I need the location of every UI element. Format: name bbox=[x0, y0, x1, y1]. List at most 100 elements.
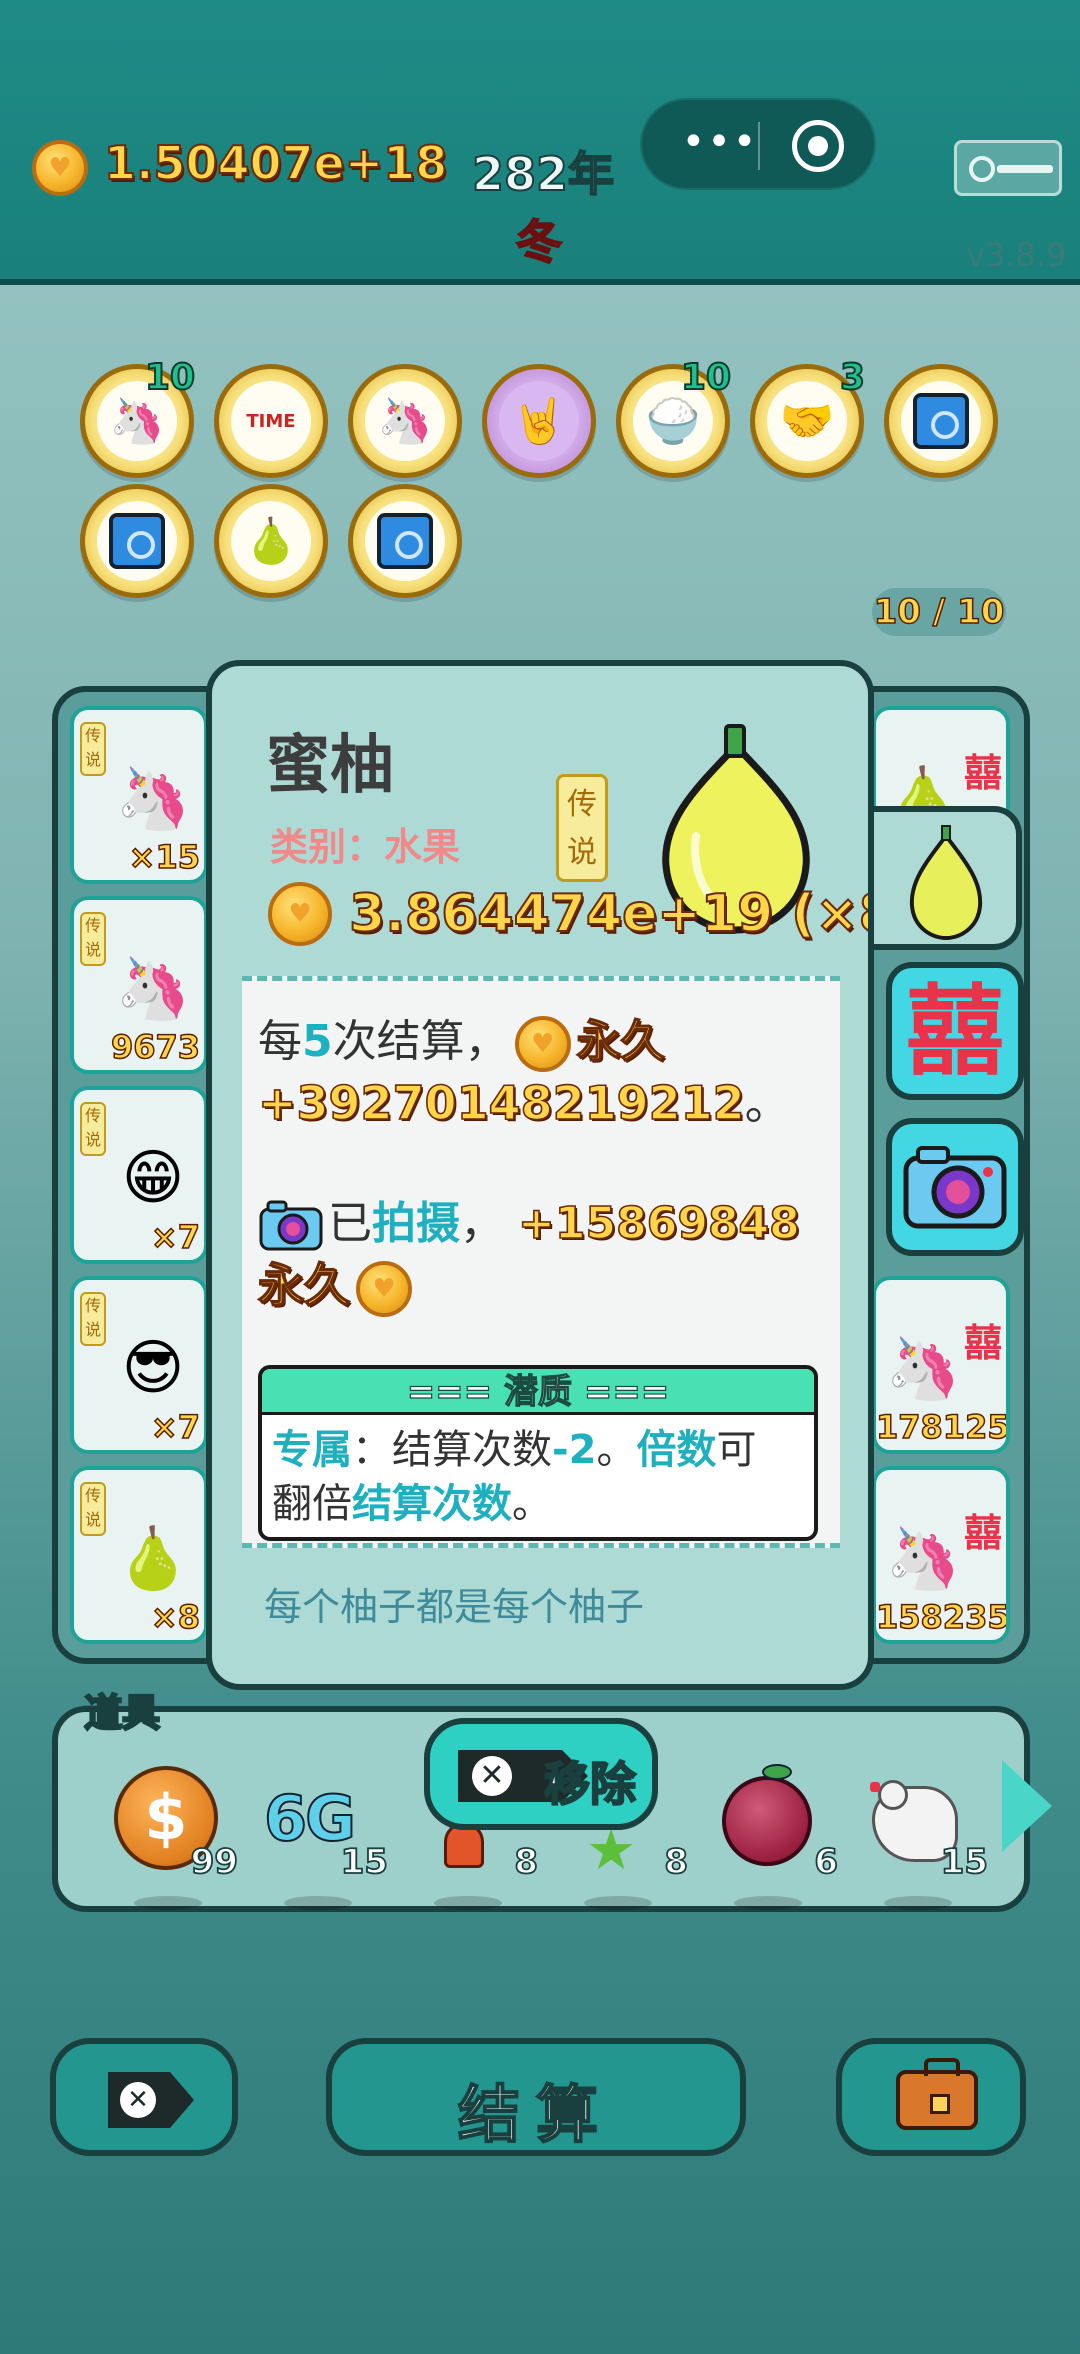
board-card-unicorn-xi[interactable]: 🦄 囍 158235 bbox=[872, 1466, 1010, 1644]
tool-dollar-coin[interactable]: $ 99 bbox=[108, 1762, 239, 1910]
slot-counter: 10 / 10 bbox=[872, 588, 1006, 636]
card-value: ×15 bbox=[128, 837, 201, 877]
unicorn-icon: 🦄 bbox=[885, 1333, 961, 1404]
xi-icon: 囍 bbox=[963, 1511, 1002, 1555]
item-title: 蜜柚 bbox=[266, 729, 394, 803]
safe-icon bbox=[365, 501, 445, 581]
delete-button[interactable]: ✕ bbox=[50, 2038, 238, 2156]
badge-safe[interactable] bbox=[348, 484, 462, 598]
camera-icon bbox=[259, 1200, 323, 1251]
tool-count: 6 bbox=[813, 1841, 838, 1883]
badge-safe[interactable] bbox=[80, 484, 194, 598]
tool-count: 8 bbox=[663, 1841, 688, 1883]
heart-coin-icon: ♥ bbox=[356, 1260, 412, 1317]
trait-text: 专属：结算次数-2。倍数可 翻倍结算次数。 bbox=[272, 1427, 757, 1527]
pomelo-icon: 🍐 bbox=[231, 501, 311, 581]
badge-handshake[interactable]: 🤝 3 bbox=[750, 356, 866, 478]
rarity-tag: 传说 bbox=[556, 774, 608, 882]
badge-count: 10 bbox=[144, 356, 196, 399]
item-category: 类别：水果 bbox=[270, 825, 461, 869]
rarity-tag: 传说 bbox=[80, 1292, 106, 1346]
card-value: 9673 bbox=[110, 1027, 201, 1067]
item-description: 每5次结算， ♥ 永久 +39270148219212。 已拍摄， +15869848… bbox=[242, 976, 840, 1548]
badge-safe[interactable] bbox=[884, 364, 998, 478]
heart-coin-icon: ♥ bbox=[268, 882, 332, 946]
safe-icon bbox=[97, 501, 177, 581]
unicorn-icon: 🦄 bbox=[365, 381, 445, 461]
card-value: 178125 bbox=[876, 1407, 1010, 1447]
board-card-unicorn[interactable]: 传说 🦄 ×15 bbox=[70, 706, 208, 884]
desc-line: 永久 ♥ bbox=[257, 1249, 418, 1317]
inventory-button[interactable] bbox=[836, 2038, 1026, 2156]
xi-icon: 囍 bbox=[906, 975, 1005, 1089]
badge-pomelo[interactable]: 🍐 bbox=[214, 484, 328, 598]
tool-pigeon[interactable]: 15 bbox=[858, 1762, 989, 1910]
board-card-old-man[interactable]: 传说 😁 ×7 bbox=[70, 1086, 208, 1264]
rarity-tag: 传说 bbox=[80, 722, 106, 776]
desc-line: +39270148219212。 bbox=[257, 1075, 791, 1131]
capsule-divider bbox=[758, 122, 760, 170]
tool-bayberry[interactable]: 6 bbox=[708, 1762, 839, 1910]
key-icon[interactable] bbox=[954, 140, 1062, 196]
tool-6g[interactable]: 6G 15 bbox=[258, 1762, 389, 1910]
season-label: 冬 bbox=[515, 214, 563, 270]
unicorn-icon: 🦄 bbox=[115, 953, 191, 1024]
rarity-tag: 传说 bbox=[80, 912, 106, 966]
board-card-pomelo[interactable]: 传说 🍐 ×8 bbox=[70, 1466, 208, 1644]
tools-label: 道具 bbox=[83, 1690, 161, 1736]
sunglasses-face-icon: 😎 bbox=[121, 1333, 185, 1403]
tool-count: 15 bbox=[940, 1841, 989, 1883]
trait-header: === 潜质 === bbox=[262, 1369, 814, 1415]
safe-icon bbox=[901, 381, 981, 461]
badge-rice-bowl[interactable]: 🍚 10 bbox=[616, 356, 732, 478]
heart-coin-icon: ♥ bbox=[514, 1016, 571, 1072]
item-price-row: ♥ 3.864474e+19 (×857 bbox=[268, 882, 868, 952]
badge-unicorn[interactable]: 🦄 bbox=[348, 364, 462, 478]
tool-count: 15 bbox=[340, 1841, 389, 1883]
board-card-unicorn-xi[interactable]: 🦄 囍 178125 bbox=[872, 1276, 1010, 1454]
camera-icon bbox=[903, 1146, 1007, 1229]
rarity-tag: 传说 bbox=[80, 1102, 106, 1156]
rock-hand-icon: 🤘 bbox=[499, 381, 579, 461]
coin-balance: 1.50407e+18 bbox=[103, 135, 448, 191]
unicorn-icon: 🦄 bbox=[885, 1523, 961, 1594]
badge-rock-hand[interactable]: 🤘 bbox=[482, 364, 596, 478]
camera-button[interactable] bbox=[886, 1118, 1024, 1256]
badge-time-magazine[interactable]: TIME bbox=[214, 364, 328, 478]
unicorn-icon: 🦄 bbox=[115, 763, 191, 834]
xi-icon: 囍 bbox=[963, 751, 1002, 795]
remove-label: 移除 bbox=[543, 1756, 637, 1812]
target-icon[interactable] bbox=[792, 120, 844, 172]
rarity-tag: 传说 bbox=[80, 1482, 106, 1536]
desc-line: 已拍摄， +15869848 bbox=[258, 1187, 801, 1253]
flavor-text: 每个柚子都是每个柚子 bbox=[264, 1585, 645, 1629]
card-value: ×8 bbox=[150, 1597, 201, 1637]
selected-item-tab[interactable] bbox=[872, 806, 1022, 950]
xi-icon: 囍 bbox=[963, 1321, 1002, 1365]
mini-program-capsule: ••• bbox=[640, 98, 876, 190]
leaf-icon bbox=[762, 1764, 792, 1780]
heart-coin-icon: ♥ bbox=[32, 140, 88, 196]
briefcase-icon bbox=[896, 2058, 978, 2130]
settle-button[interactable]: 结算 bbox=[326, 2038, 746, 2156]
badge-count: 10 bbox=[680, 356, 732, 399]
remove-button[interactable]: ✕ 移除 bbox=[424, 1718, 658, 1830]
version-label: v3.8.9 bbox=[966, 236, 1067, 274]
card-value: 158235 bbox=[876, 1597, 1010, 1637]
top-bar: ♥ 1.50407e+18 282年 冬 ••• v3.8.9 bbox=[0, 0, 1080, 285]
more-dots-icon[interactable]: ••• bbox=[678, 122, 762, 166]
pomelo-icon bbox=[909, 825, 983, 941]
chevron-right-icon[interactable] bbox=[1002, 1760, 1052, 1852]
board-card-unicorn[interactable]: 传说 🦄 9673 bbox=[70, 896, 208, 1074]
badge-count: 3 bbox=[839, 356, 866, 399]
delete-icon: ✕ bbox=[108, 2072, 194, 2128]
old-man-face-icon: 😁 bbox=[121, 1143, 185, 1213]
desc-line: 每5次结算， ♥ 永久 bbox=[258, 1005, 665, 1072]
trait-panel: === 潜质 === 专属：结算次数-2。倍数可 翻倍结算次数。 bbox=[258, 1365, 818, 1541]
handshake-icon: 🤝 bbox=[767, 381, 847, 461]
board-card-sunglasses-man[interactable]: 传说 😎 ×7 bbox=[70, 1276, 208, 1454]
card-value: ×7 bbox=[150, 1217, 201, 1257]
tool-count: 99 bbox=[190, 1841, 239, 1883]
xi-button[interactable]: 囍 bbox=[886, 962, 1024, 1100]
badge-unicorn-pair[interactable]: 🦄 10 bbox=[80, 356, 196, 478]
